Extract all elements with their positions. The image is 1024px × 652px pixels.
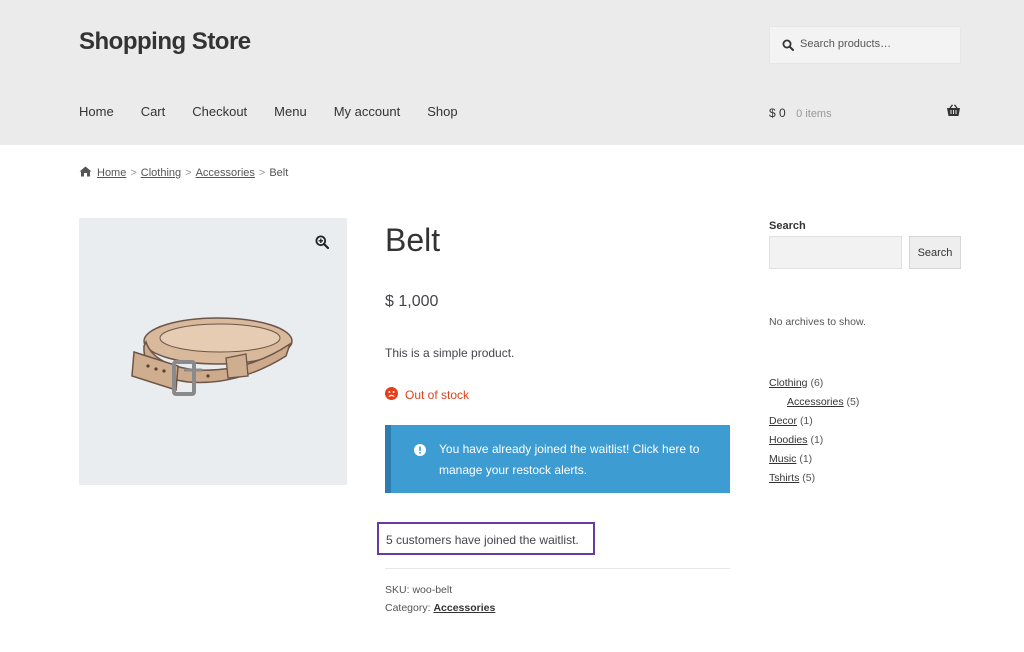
sidebar-search-heading: Search [769,220,806,232]
stock-text: Out of stock [405,388,470,402]
archives-text: No archives to show. [769,316,866,328]
breadcrumb-home[interactable]: Home [97,167,126,179]
divider [385,568,730,569]
cart-count: 0 items [796,108,832,120]
notice-message[interactable]: You have already joined the waitlist! Cl… [439,439,719,481]
product-sku: SKU: woo-belt [385,584,452,596]
breadcrumb-separator: > [185,167,192,179]
breadcrumb-separator: > [130,167,137,179]
nav-checkout[interactable]: Checkout [192,104,247,119]
sidebar-search-button[interactable]: Search [909,236,961,269]
sku-label: SKU: [385,584,410,596]
search-icon [782,38,794,56]
site-header: Shopping Store Search products… Home Car… [0,0,1024,145]
product-title: Belt [385,222,441,258]
category-clothing-link[interactable]: Clothing [769,377,808,389]
site-title[interactable]: Shopping Store [79,28,251,56]
category-hoodies-link[interactable]: Hoodies [769,434,808,446]
breadcrumb-clothing[interactable]: Clothing [141,167,181,179]
nav-shop[interactable]: Shop [427,104,457,119]
nav-menu[interactable]: Menu [274,104,307,119]
primary-nav: Home Cart Checkout Menu My account Shop [79,104,485,119]
category-tshirts-link[interactable]: Tshirts [769,472,799,484]
header-cart[interactable]: $ 0 0 items [769,104,961,122]
breadcrumb-accessories[interactable]: Accessories [196,167,255,179]
category-count: (1) [810,434,824,446]
category-item: Accessories (5) [769,395,859,414]
category-count: (6) [810,377,824,389]
category-item: Music (1) [769,452,859,471]
search-placeholder: Search products… [800,38,892,50]
category-list: Clothing (6) Accessories (5) Decor (1) H… [769,376,859,490]
basket-icon[interactable] [946,104,961,122]
breadcrumb-separator: > [258,167,266,179]
category-label: Category: [385,602,431,614]
waitlist-count-text: 5 customers have joined the waitlist. [386,533,579,547]
category-link[interactable]: Accessories [433,602,495,614]
search-input[interactable]: Search products… [769,26,961,64]
category-item: Decor (1) [769,414,859,433]
belt-illustration [131,317,293,396]
product-category: Category: Accessories [385,602,495,614]
sku-value: woo-belt [412,584,453,596]
sad-face-icon [385,387,398,403]
home-icon [79,166,92,180]
category-decor-link[interactable]: Decor [769,415,797,427]
category-accessories-link[interactable]: Accessories [787,396,844,408]
waitlist-count-box: 5 customers have joined the waitlist. [377,522,595,555]
product-description: This is a simple product. [385,346,515,360]
breadcrumb-current: Belt [269,167,289,179]
sidebar-search-input[interactable] [769,236,902,269]
info-icon [414,443,426,461]
zoom-icon[interactable] [315,235,330,254]
stock-status: Out of stock [385,387,469,403]
nav-cart[interactable]: Cart [141,104,166,119]
category-count: (1) [799,415,813,427]
waitlist-notice[interactable]: You have already joined the waitlist! Cl… [385,425,730,493]
product-image[interactable] [79,218,347,485]
category-item: Tshirts (5) [769,471,859,490]
nav-my-account[interactable]: My account [334,104,400,119]
cart-amount: $ 0 [769,106,786,120]
nav-home[interactable]: Home [79,104,114,119]
breadcrumb: Home > Clothing > Accessories > Belt [79,166,288,180]
category-count: (1) [799,453,813,465]
category-item: Clothing (6) [769,376,859,395]
category-count: (5) [802,472,816,484]
category-count: (5) [846,396,860,408]
category-music-link[interactable]: Music [769,453,796,465]
product-price: $ 1,000 [385,293,439,310]
category-item: Hoodies (1) [769,433,859,452]
